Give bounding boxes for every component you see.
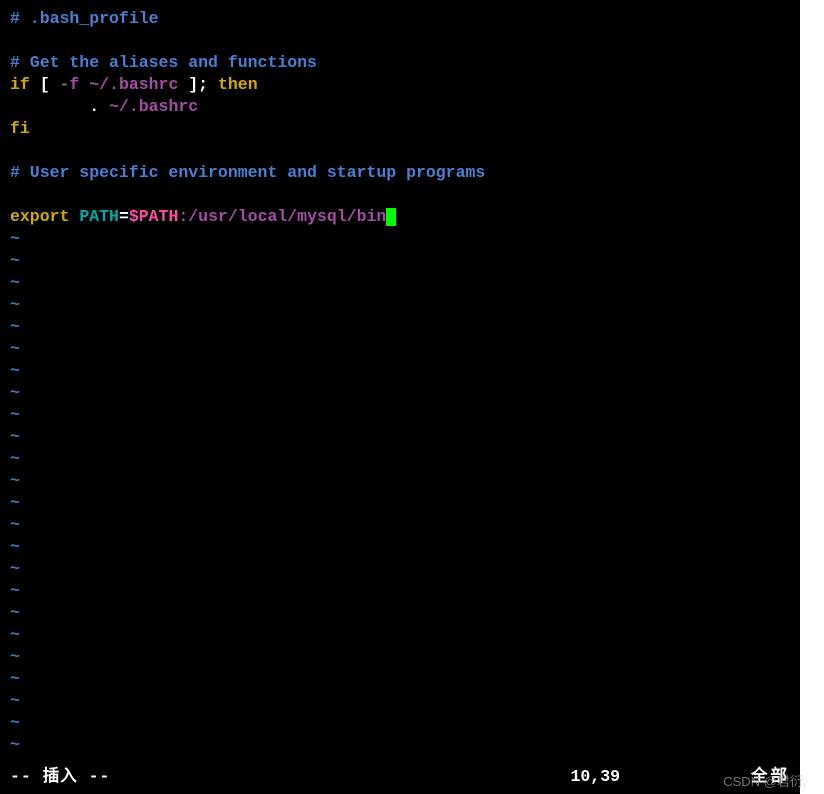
tilde-marker: ~ <box>10 295 20 314</box>
empty-line: ~ <box>10 646 790 668</box>
tilde-marker: ~ <box>10 735 20 754</box>
empty-line: ~ <box>10 558 790 580</box>
tilde-marker: ~ <box>10 647 20 666</box>
tilde-marker: ~ <box>10 537 20 556</box>
tilde-marker: ~ <box>10 383 20 402</box>
code-line-3: # Get the aliases and functions <box>10 52 790 74</box>
empty-line: ~ <box>10 250 790 272</box>
tilde-marker: ~ <box>10 229 20 248</box>
code-line-2 <box>10 30 790 52</box>
empty-line: ~ <box>10 690 790 712</box>
empty-line: ~ <box>10 338 790 360</box>
comment-text: # User specific environment and startup … <box>10 163 485 182</box>
empty-line: ~ <box>10 668 790 690</box>
empty-line: ~ <box>10 624 790 646</box>
keyword-if: if <box>10 75 30 94</box>
empty-line: ~ <box>10 404 790 426</box>
comment-text: # .bash_profile <box>10 9 159 28</box>
code-line-5: . ~/.bashrc <box>10 96 790 118</box>
code-line-1: # .bash_profile <box>10 8 790 30</box>
empty-line: ~ <box>10 580 790 602</box>
empty-line: ~ <box>10 360 790 382</box>
terminal-window[interactable]: # .bash_profile # Get the aliases and fu… <box>0 0 800 794</box>
code-line-8: # User specific environment and startup … <box>10 162 790 184</box>
tilde-marker: ~ <box>10 581 20 600</box>
tilde-marker: ~ <box>10 449 20 468</box>
tilde-marker: ~ <box>10 251 20 270</box>
empty-line: ~ <box>10 536 790 558</box>
path-text: ~/.bashrc <box>109 97 198 116</box>
code-line-10: export PATH=$PATH:/usr/local/mysql/bin <box>10 206 790 228</box>
variable-expansion: $PATH <box>129 207 179 226</box>
empty-line: ~ <box>10 426 790 448</box>
bracket-text: [ <box>30 75 60 94</box>
tilde-marker: ~ <box>10 691 20 710</box>
empty-line: ~ <box>10 382 790 404</box>
code-line-6: fi <box>10 118 790 140</box>
code-line-7 <box>10 140 790 162</box>
tilde-marker: ~ <box>10 625 20 644</box>
tilde-marker: ~ <box>10 669 20 688</box>
cursor-icon <box>386 208 396 226</box>
tilde-marker: ~ <box>10 603 20 622</box>
code-line-9 <box>10 184 790 206</box>
tilde-marker: ~ <box>10 515 20 534</box>
space <box>69 207 79 226</box>
indent-text: . <box>10 97 109 116</box>
keyword-export: export <box>10 207 69 226</box>
empty-line: ~ <box>10 712 790 734</box>
vim-mode-indicator: -- 插入 -- <box>10 766 110 788</box>
empty-line: ~ <box>10 602 790 624</box>
empty-line: ~ <box>10 470 790 492</box>
tilde-marker: ~ <box>10 559 20 578</box>
tilde-marker: ~ <box>10 339 20 358</box>
path-text: ~/.bashrc <box>79 75 188 94</box>
tilde-marker: ~ <box>10 471 20 490</box>
variable-name: PATH <box>79 207 119 226</box>
equals-sign: = <box>119 207 129 226</box>
empty-line: ~ <box>10 448 790 470</box>
comment-text: # Get the aliases and functions <box>10 53 317 72</box>
flag-text: -f <box>60 75 80 94</box>
empty-line: ~ <box>10 294 790 316</box>
empty-line: ~ <box>10 734 790 756</box>
empty-line: ~ <box>10 272 790 294</box>
keyword-fi: fi <box>10 119 30 138</box>
code-line-4: if [ -f ~/.bashrc ]; then <box>10 74 790 96</box>
empty-line: ~ <box>10 492 790 514</box>
path-text: :/usr/local/mysql/bin <box>178 207 386 226</box>
tilde-marker: ~ <box>10 361 20 380</box>
empty-line: ~ <box>10 316 790 338</box>
bracket-text: ]; <box>188 75 218 94</box>
tilde-marker: ~ <box>10 273 20 292</box>
empty-line: ~ <box>10 514 790 536</box>
watermark-text: CSDN @君衍.⠀ <box>723 771 816 790</box>
keyword-then: then <box>218 75 258 94</box>
tilde-marker: ~ <box>10 317 20 336</box>
tilde-marker: ~ <box>10 427 20 446</box>
empty-line: ~ <box>10 228 790 250</box>
tilde-marker: ~ <box>10 713 20 732</box>
tilde-marker: ~ <box>10 405 20 424</box>
tilde-marker: ~ <box>10 493 20 512</box>
vim-status-bar: -- 插入 -- 10,39 全部 <box>10 766 790 788</box>
cursor-position: 10,39 <box>570 766 620 788</box>
